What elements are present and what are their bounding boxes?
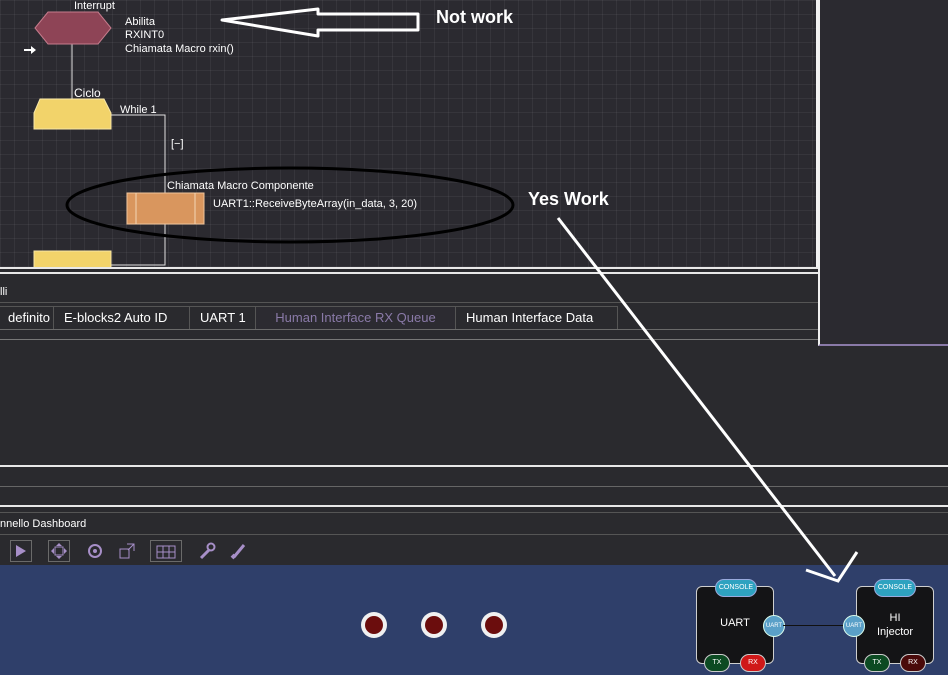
tab-human-interface-rx-queue[interactable]: Human Interface RX Queue [256,306,456,330]
hi-injector-tx-led: TX [864,654,890,672]
component-macro-block[interactable] [126,192,205,225]
grid-tool-icon[interactable] [150,540,182,562]
hi-injector-component[interactable]: HI Injector [856,586,934,664]
brush-tool-icon[interactable] [228,540,250,562]
not-work-arrow [220,7,420,38]
led-1-lamp [365,616,383,634]
right-side-panel [818,0,948,346]
flowchart-canvas[interactable]: Interrupt Abilita RXINT0 Chiamata Macro … [0,0,816,268]
hi-injector-pin[interactable]: UART [843,615,865,637]
dashboard-canvas[interactable] [0,565,948,675]
loop-connector-line [110,114,166,266]
uart-tx-led: TX [704,654,730,672]
uart-connection-wire [783,625,843,626]
move-tool-icon[interactable] [48,540,70,562]
hi-injector-rx-led: RX [900,654,926,672]
flowchart-shapes [24,7,515,268]
dashboard-title: nnello Dashboard [0,518,87,530]
interrupt-line-3: Chiamata Macro rxin() [125,43,234,55]
hi-injector-console-button[interactable]: CONSOLE [874,579,916,597]
pointer-tool-icon[interactable] [10,540,32,562]
uart-component-label: UART [720,617,750,629]
panel-title-underline [0,302,818,303]
loop-title: Ciclo [74,86,101,100]
led-1[interactable] [361,612,387,638]
rotate-tool-icon[interactable] [84,540,106,562]
hi-injector-label-line1: HI [889,612,901,624]
loop-block[interactable] [33,98,112,130]
uart-rx-led: RX [740,654,766,672]
interrupt-block[interactable] [34,11,112,45]
hi-injector-label-line2: Injector [876,626,914,638]
lower-divider-4 [0,512,948,513]
led-2[interactable] [421,612,447,638]
macro-title: Chiamata Macro Componente [167,180,314,192]
collapse-toggle[interactable]: [−] [171,138,184,150]
led-3-lamp [485,616,503,634]
hi-injector-label: HI Injector [857,611,933,639]
lower-divider-1 [0,465,948,467]
tab-eblocks2-auto-id[interactable]: E-blocks2 Auto ID [54,306,190,330]
yes-work-annotation: Yes Work [528,189,609,209]
properties-panel-title: lli [0,286,8,298]
resize-tool-icon[interactable] [116,540,138,562]
led-3[interactable] [481,612,507,638]
led-2-lamp [425,616,443,634]
loop-condition: While 1 [120,104,157,116]
loop-end-block[interactable] [33,250,112,268]
lower-divider-3 [0,505,948,507]
tab-uart-1[interactable]: UART 1 [190,306,256,330]
macro-call: UART1::ReceiveByteArray(in_data, 3, 20) [213,198,417,210]
lower-divider-2 [0,486,948,487]
tab-strip-line [0,329,818,330]
wrench-tool-icon[interactable] [196,540,218,562]
panel-separator [0,272,818,274]
uart-console-button[interactable]: CONSOLE [715,579,757,597]
tab-human-interface-data[interactable]: Human Interface Data [456,306,618,330]
interrupt-title: Interrupt [74,0,115,12]
canvas-bottom-divider [0,267,818,269]
uart-pin[interactable]: UART [763,615,785,637]
current-position-arrow-icon [24,46,36,54]
tab-content-border [0,339,818,340]
dashboard-title-underline [0,534,948,535]
interrupt-line-2: RXINT0 [125,29,165,41]
tab-definito[interactable]: definito [0,306,54,330]
not-work-annotation: Not work [436,7,514,27]
interrupt-line-1: Abilita [125,16,155,28]
